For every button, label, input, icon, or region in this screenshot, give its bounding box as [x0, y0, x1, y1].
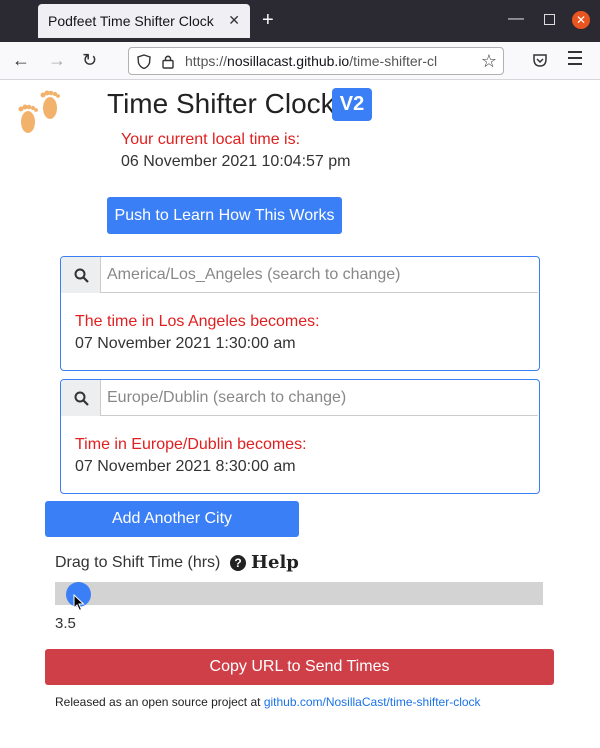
window-minimize-icon[interactable]: — [508, 10, 524, 28]
forward-arrow-icon[interactable]: → [48, 50, 66, 70]
shield-icon [137, 54, 151, 69]
city-time-value: 07 November 2021 1:30:00 am [75, 335, 296, 352]
footer-text: Released as an open source project at gi… [55, 695, 481, 709]
tab-close-icon[interactable]: ✕ [228, 12, 240, 29]
tab-title: Podfeet Time Shifter Clock [48, 13, 214, 29]
copy-url-button[interactable]: Copy URL to Send Times [45, 649, 554, 685]
time-shift-slider-track[interactable] [55, 582, 543, 605]
city-time-label: Time in Europe/Dublin becomes: [75, 436, 307, 453]
slider-label: Drag to Shift Time (hrs) [55, 554, 221, 571]
help-link[interactable]: Help [251, 552, 299, 573]
city-card-los-angeles: The time in Los Angeles becomes: 07 Nove… [60, 256, 540, 371]
city-time-value: 07 November 2021 8:30:00 am [75, 458, 296, 475]
search-icon [61, 257, 101, 293]
page-title: Time Shifter Clock [107, 88, 335, 119]
window-maximize-icon[interactable] [544, 14, 555, 25]
reload-icon[interactable]: ↻ [82, 50, 97, 70]
slider-value: 3.5 [55, 615, 76, 632]
new-tab-icon[interactable]: + [262, 8, 274, 32]
pocket-icon[interactable] [532, 52, 548, 68]
city-search-row [61, 257, 538, 293]
search-icon [61, 380, 101, 416]
browser-tab[interactable]: Podfeet Time Shifter Clock ✕ [38, 4, 250, 38]
city-search-row [61, 380, 538, 416]
city-time-label: The time in Los Angeles becomes: [75, 313, 320, 330]
city-search-input[interactable] [101, 257, 538, 292]
mouse-cursor-icon [73, 594, 85, 612]
footprints-logo [18, 90, 60, 133]
local-time-value: 06 November 2021 10:04:57 pm [121, 153, 351, 170]
lock-icon [162, 55, 174, 69]
version-badge: V2 [332, 88, 372, 121]
city-search-input[interactable] [101, 380, 538, 415]
browser-tab-bar: Podfeet Time Shifter Clock ✕ + — ✕ [0, 0, 600, 42]
add-city-button[interactable]: Add Another City [45, 501, 299, 537]
bookmark-star-icon[interactable]: ☆ [481, 51, 497, 72]
url-text: https://nosillacast.github.io/time-shift… [185, 53, 438, 69]
city-card-dublin: Time in Europe/Dublin becomes: 07 Novemb… [60, 379, 540, 494]
window-close-icon[interactable]: ✕ [572, 11, 590, 29]
help-icon[interactable]: ? [230, 555, 246, 571]
local-time-label: Your current local time is: [121, 131, 301, 148]
browser-nav-bar: ← → ↻ https://nosillacast.github.io/time… [0, 42, 600, 80]
github-link[interactable]: github.com/NosillaCast/time-shifter-cloc… [264, 695, 481, 709]
learn-how-button[interactable]: Push to Learn How This Works [107, 197, 342, 234]
url-bar[interactable]: https://nosillacast.github.io/time-shift… [128, 47, 504, 75]
hamburger-menu-icon[interactable] [568, 51, 582, 69]
back-arrow-icon[interactable]: ← [12, 50, 30, 70]
